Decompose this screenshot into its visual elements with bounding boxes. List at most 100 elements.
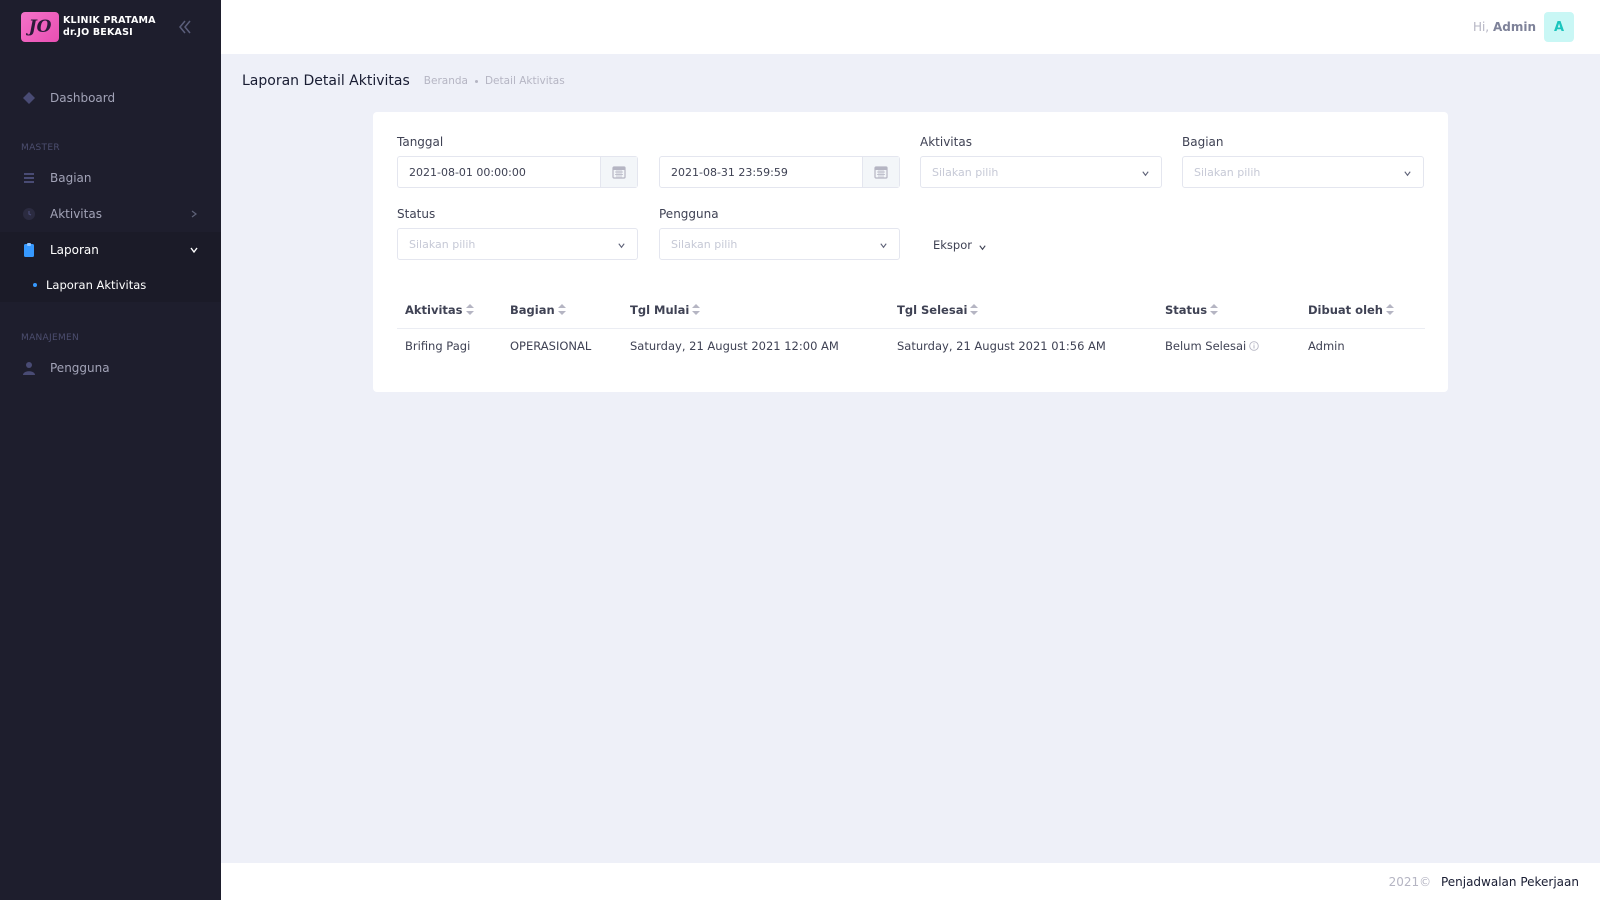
sidebar-item-label: Pengguna <box>50 361 110 375</box>
col-label: Tgl Mulai <box>630 303 690 318</box>
page-title: Laporan Detail Aktivitas <box>242 73 410 89</box>
tanggal-label: Tanggal <box>397 135 444 149</box>
footer-app-link[interactable]: Penjadwalan Pekerjaan <box>1441 875 1579 889</box>
sort-icon <box>970 304 979 316</box>
col-tgl-mulai[interactable]: Tgl Mulai <box>622 293 889 329</box>
col-label: Dibuat oleh <box>1308 303 1383 318</box>
chevron-right-icon <box>189 208 199 218</box>
clipboard-icon <box>22 243 36 257</box>
sidebar-item-label: Aktivitas <box>50 207 102 221</box>
aktivitas-label: Aktivitas <box>920 135 972 149</box>
cell-tgl-selesai: Saturday, 21 August 2021 01:56 AM <box>897 339 1106 354</box>
sidebar-item-label: Bagian <box>50 171 92 185</box>
report-table: Aktivitas Bagian Tgl Mulai Tgl Selesai S… <box>397 293 1425 364</box>
table-header-row: Aktivitas Bagian Tgl Mulai Tgl Selesai S… <box>397 293 1425 329</box>
col-label: Tgl Selesai <box>897 303 968 318</box>
info-icon[interactable] <box>1249 341 1259 352</box>
bagian-select[interactable]: Silakan pilih <box>1182 156 1424 188</box>
avatar[interactable]: A <box>1544 12 1574 42</box>
bullet-icon <box>33 283 37 287</box>
sidebar-item-pengguna[interactable]: Pengguna <box>0 350 221 386</box>
col-label: Aktivitas <box>405 303 463 318</box>
sidebar: JO KLINIK PRATAMA dr.JO BEKASI Dashboard… <box>0 0 221 900</box>
sidebar-section-manajemen: MANAJEMEN <box>21 333 80 343</box>
sidebar-menu: Dashboard MASTER Bagian Aktivitas Lapora… <box>0 54 221 386</box>
breadcrumb-separator <box>474 79 478 83</box>
col-aktivitas[interactable]: Aktivitas <box>397 293 502 329</box>
date-end-input[interactable]: 2021-08-31 23:59:59 <box>659 156 900 188</box>
chevron-down-icon <box>978 241 987 250</box>
calendar-icon[interactable] <box>862 157 899 187</box>
top-header: Hi, Admin A <box>221 0 1600 54</box>
sort-icon <box>692 304 701 316</box>
sidebar-item-label: Dashboard <box>50 91 116 105</box>
col-label: Bagian <box>510 303 555 318</box>
layers-icon <box>22 91 36 105</box>
cell-aktivitas: Brifing Pagi <box>405 339 471 354</box>
cell-status: Belum Selesai <box>1157 328 1300 364</box>
clock-icon <box>22 207 36 221</box>
sort-icon <box>1386 304 1394 316</box>
footer-year: 2021© <box>1388 875 1432 889</box>
date-start-value: 2021-08-01 00:00:00 <box>409 165 526 179</box>
chevron-down-icon <box>1141 168 1150 177</box>
sidebar-item-bagian[interactable]: Bagian <box>0 160 221 196</box>
calendar-icon[interactable] <box>600 157 637 187</box>
breadcrumb-home[interactable]: Beranda <box>424 75 468 87</box>
list-icon <box>22 171 36 185</box>
bagian-label: Bagian <box>1182 135 1224 149</box>
status-text: Belum Selesai <box>1165 339 1247 354</box>
table-row: Brifing Pagi OPERASIONAL Saturday, 21 Au… <box>397 328 1425 364</box>
footer: 2021© Penjadwalan Pekerjaan <box>221 863 1600 900</box>
subheader: Laporan Detail Aktivitas Beranda Detail … <box>242 73 565 89</box>
chevron-down-icon <box>879 240 888 249</box>
greeting-prefix: Hi, <box>1472 20 1490 34</box>
sort-icon <box>465 304 474 316</box>
chevron-down-icon <box>1403 168 1412 177</box>
cell-dibuat-oleh: Admin <box>1308 339 1345 354</box>
sidebar-item-laporan[interactable]: Laporan <box>0 232 221 268</box>
col-label: Status <box>1165 303 1208 318</box>
col-tgl-selesai[interactable]: Tgl Selesai <box>889 293 1157 329</box>
date-end-value: 2021-08-31 23:59:59 <box>671 165 788 179</box>
status-placeholder: Silakan pilih <box>409 237 476 251</box>
footer-text: 2021© Penjadwalan Pekerjaan <box>1389 875 1579 889</box>
cell-tgl-mulai: Saturday, 21 August 2021 12:00 AM <box>630 339 839 354</box>
col-dibuat-oleh[interactable]: Dibuat oleh <box>1300 293 1425 329</box>
breadcrumb: Beranda Detail Aktivitas <box>424 75 565 87</box>
ekspor-label: Ekspor <box>933 238 972 252</box>
greeting-user: Admin <box>1492 20 1536 34</box>
sidebar-item-laporan-aktivitas[interactable]: Laporan Aktivitas <box>0 268 221 302</box>
sidebar-submenu-laporan: Laporan Aktivitas <box>0 268 221 302</box>
status-label: Status <box>397 207 436 221</box>
sort-icon <box>1210 304 1219 316</box>
status-select[interactable]: Silakan pilih <box>397 228 638 260</box>
brand-logo: JO <box>21 12 59 42</box>
aktivitas-placeholder: Silakan pilih <box>932 165 999 179</box>
breadcrumb-current[interactable]: Detail Aktivitas <box>485 75 565 87</box>
aktivitas-select[interactable]: Silakan pilih <box>920 156 1162 188</box>
user-greeting[interactable]: Hi, Admin <box>1473 20 1536 34</box>
cell-bagian: OPERASIONAL <box>510 339 592 354</box>
date-start-input[interactable]: 2021-08-01 00:00:00 <box>397 156 638 188</box>
double-chevron-left-icon[interactable] <box>175 17 195 37</box>
chevron-down-icon <box>189 244 199 254</box>
brand-line2: dr.JO BEKASI <box>63 27 133 38</box>
sidebar-item-label: Laporan <box>50 243 99 257</box>
pengguna-select[interactable]: Silakan pilih <box>659 228 900 260</box>
sidebar-item-aktivitas[interactable]: Aktivitas <box>0 196 221 232</box>
sidebar-item-dashboard[interactable]: Dashboard <box>0 80 221 116</box>
bagian-placeholder: Silakan pilih <box>1194 165 1261 179</box>
pengguna-label: Pengguna <box>659 207 719 221</box>
pengguna-placeholder: Silakan pilih <box>671 237 738 251</box>
brand-name: KLINIK PRATAMA dr.JO BEKASI <box>63 15 156 39</box>
sidebar-section-master: MASTER <box>21 143 60 153</box>
user-icon <box>22 361 36 375</box>
ekspor-button[interactable]: Ekspor <box>933 238 987 252</box>
brand[interactable]: JO KLINIK PRATAMA dr.JO BEKASI <box>0 0 221 54</box>
col-status[interactable]: Status <box>1157 293 1300 329</box>
col-bagian[interactable]: Bagian <box>502 293 622 329</box>
brand-line1: KLINIK PRATAMA <box>63 15 156 26</box>
chevron-down-icon <box>617 240 626 249</box>
sidebar-item-label: Laporan Aktivitas <box>46 278 147 292</box>
